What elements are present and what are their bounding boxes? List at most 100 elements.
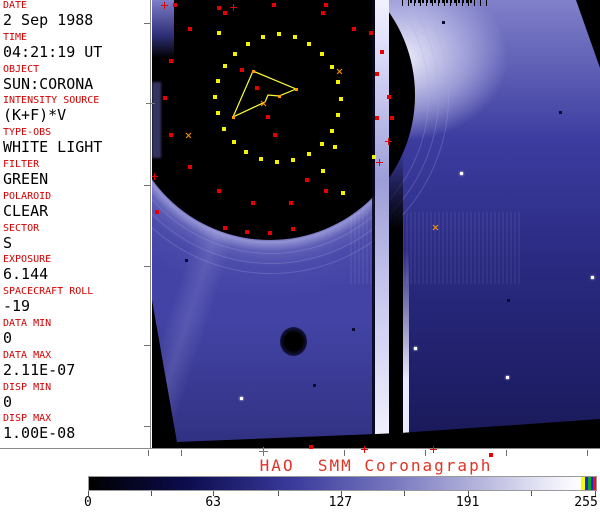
metadata-entry: DISP MAX 1.00E-08 bbox=[0, 413, 150, 445]
metadata-value: 2.11E-07 bbox=[3, 360, 76, 379]
star-point bbox=[590, 275, 594, 279]
star-marker-yellow bbox=[307, 152, 311, 156]
metadata-label: DISP MIN bbox=[3, 381, 52, 393]
dust-speck bbox=[506, 298, 510, 302]
coronagraph-image bbox=[152, 0, 600, 448]
dust-speck bbox=[312, 383, 316, 387]
pylon-shadow bbox=[389, 150, 403, 448]
dust-speck bbox=[351, 327, 355, 331]
metadata-entry: OBJECT SUN:CORONA bbox=[0, 64, 150, 96]
y-axis-line bbox=[150, 0, 151, 448]
y-axis-tick bbox=[144, 185, 150, 186]
star-marker-yellow bbox=[244, 150, 248, 154]
star-marker-yellow bbox=[232, 140, 236, 144]
axis-plus-marker bbox=[258, 446, 268, 456]
metadata-entry: DATA MIN 0 bbox=[0, 318, 150, 350]
colortable-stripes bbox=[581, 477, 596, 490]
cross-marker-red bbox=[360, 445, 368, 453]
metadata-entry: INTENSITY SOURCE (K+F)*V bbox=[0, 95, 150, 127]
y-axis-tick bbox=[144, 426, 150, 427]
star-marker-red bbox=[390, 116, 394, 120]
y-axis-tick bbox=[144, 345, 150, 346]
star-marker-red bbox=[155, 210, 159, 214]
star-marker-red bbox=[272, 3, 276, 7]
star-marker-red bbox=[289, 201, 293, 205]
top-edge-dropouts bbox=[410, 0, 472, 3]
star-marker-red bbox=[163, 96, 167, 100]
star-marker-red bbox=[169, 59, 173, 63]
star-marker-yellow bbox=[246, 42, 250, 46]
edge-glow bbox=[152, 82, 161, 158]
star-marker-red bbox=[375, 116, 379, 120]
colorbar-tick-label: 255 bbox=[574, 495, 598, 510]
metadata-label: DATA MAX bbox=[3, 349, 52, 361]
star-marker-yellow bbox=[213, 95, 217, 99]
metadata-value: 0 bbox=[3, 328, 13, 347]
star-marker-red bbox=[324, 189, 328, 193]
metadata-value: -19 bbox=[3, 297, 31, 316]
metadata-value: CLEAR bbox=[3, 201, 49, 220]
star-marker-yellow bbox=[223, 64, 227, 68]
star-marker-red bbox=[273, 133, 277, 137]
colorbar-tick bbox=[277, 491, 279, 496]
metadata-entry: DISP MIN 0 bbox=[0, 382, 150, 414]
dust-speck bbox=[184, 258, 188, 262]
corner-glow bbox=[152, 0, 174, 58]
metadata-value: (K+F)*V bbox=[3, 106, 67, 125]
metadata-entry: EXPOSURE 6.144 bbox=[0, 254, 150, 286]
y-axis-tick bbox=[144, 23, 150, 24]
metadata-entry: TIME 04:21:19 UT bbox=[0, 32, 150, 64]
star-marker-yellow bbox=[259, 157, 263, 161]
star-point bbox=[459, 171, 463, 175]
cross-marker-red bbox=[375, 158, 383, 166]
coronagraph-viewer-window: DATE 2 Sep 1988 TIME 04:21:19 UT OBJECT SUN:C… bbox=[0, 0, 600, 512]
star-marker-yellow bbox=[320, 52, 324, 56]
star-marker-red bbox=[321, 11, 325, 15]
star-marker-yellow bbox=[320, 142, 324, 146]
star-marker-yellow bbox=[216, 79, 220, 83]
star-marker-yellow bbox=[261, 35, 265, 39]
flag-vertex-dot bbox=[277, 94, 281, 98]
star-marker-red bbox=[387, 95, 391, 99]
star-marker-red bbox=[223, 11, 227, 15]
intensity-colorbar bbox=[88, 476, 597, 491]
axis-plus-marker bbox=[145, 98, 155, 108]
star-marker-red bbox=[268, 231, 272, 235]
star-marker-yellow bbox=[341, 191, 345, 195]
star-marker-red bbox=[291, 227, 295, 231]
star-marker-yellow bbox=[293, 35, 297, 39]
star-marker-red bbox=[266, 115, 270, 119]
metadata-entry: POLAROID CLEAR bbox=[0, 191, 150, 223]
cross-marker-red bbox=[160, 1, 168, 9]
metadata-value: GREEN bbox=[3, 169, 49, 188]
pylon-right-edge bbox=[403, 250, 409, 448]
flag-vertex-dot bbox=[231, 115, 235, 119]
dust-speck bbox=[558, 110, 562, 114]
metadata-label: DATA MIN bbox=[3, 317, 52, 329]
flag-vertex-dot bbox=[251, 69, 255, 73]
metadata-panel: DATE 2 Sep 1988 TIME 04:21:19 UT OBJECT SUN:C… bbox=[0, 0, 150, 450]
star-marker-yellow bbox=[333, 145, 337, 149]
star-marker-yellow bbox=[277, 32, 281, 36]
star-marker-red bbox=[255, 86, 259, 90]
metadata-entry: SECTOR S bbox=[0, 223, 150, 255]
star-marker-yellow bbox=[307, 42, 311, 46]
metadata-value: S bbox=[3, 233, 13, 252]
metadata-value: 2 Sep 1988 bbox=[3, 11, 94, 29]
metadata-entry: DATA MAX 2.11E-07 bbox=[0, 350, 150, 382]
star-marker-yellow bbox=[330, 65, 334, 69]
colorbar-tick bbox=[150, 491, 152, 496]
star-marker-red bbox=[223, 226, 227, 230]
colorbar-tick-label: 191 bbox=[455, 495, 480, 510]
colorbar-tick bbox=[531, 491, 533, 496]
cross-marker-red bbox=[429, 445, 437, 453]
star-marker-red bbox=[217, 189, 221, 193]
metadata-value: SUN:CORONA bbox=[3, 74, 94, 93]
star-marker-red bbox=[251, 201, 255, 205]
metadata-entry: FILTER GREEN bbox=[0, 159, 150, 191]
cross-marker-red bbox=[229, 3, 237, 11]
metadata-value: WHITE LIGHT bbox=[3, 138, 103, 157]
star-point bbox=[413, 346, 417, 350]
star-marker-yellow bbox=[339, 97, 343, 101]
star-marker-red bbox=[380, 50, 384, 54]
